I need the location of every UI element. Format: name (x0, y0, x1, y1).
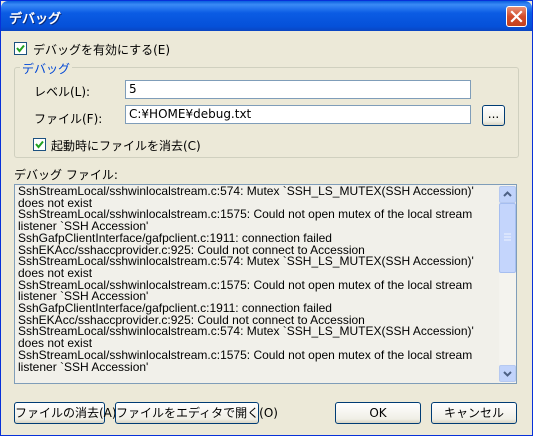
file-path-field[interactable]: C:¥HOME¥debug.txt (125, 105, 471, 124)
scroll-down-button[interactable] (499, 365, 516, 382)
log-line: SshStreamLocal/sshwinlocalstream.c:574: … (18, 254, 474, 280)
title-bar[interactable]: デバッグ (1, 1, 532, 31)
debug-group-title: デバッグ (20, 60, 73, 77)
debug-dialog: デバッグ デバッグを有効にする(E) デバッグ レベル(L): 5 ファイル(F… (0, 0, 533, 436)
level-label: レベル(L): (34, 85, 91, 99)
clear-file-button[interactable]: ファイルの消去(A) (14, 402, 117, 424)
close-button[interactable] (506, 6, 527, 27)
log-line: SshStreamLocal/sshwinlocalstream.c:1575:… (18, 207, 473, 234)
chevron-up-icon (503, 191, 512, 197)
close-icon (510, 10, 523, 23)
checkmark-icon (16, 44, 25, 53)
scroll-thumb[interactable] (499, 203, 516, 273)
log-line: SshStreamLocal/sshwinlocalstream.c:1575:… (18, 277, 473, 304)
log-line: SshStreamLocal/sshwinlocalstream.c:574: … (18, 184, 474, 210)
chevron-down-icon (503, 371, 512, 377)
enable-debug-checkbox[interactable] (14, 42, 27, 55)
browse-button[interactable]: ... (482, 105, 505, 126)
checkmark-icon (35, 140, 44, 149)
debug-file-label: デバッグ ファイル: (14, 168, 118, 182)
level-field[interactable]: 5 (125, 80, 471, 99)
window-title: デバッグ (9, 12, 62, 27)
scroll-up-button[interactable] (499, 186, 516, 203)
ok-button[interactable]: OK (335, 402, 421, 424)
log-line: SshStreamLocal/sshwinlocalstream.c:1575:… (18, 347, 473, 374)
enable-debug-label[interactable]: デバッグを有効にする(E) (33, 41, 170, 58)
clear-on-start-label[interactable]: 起動時にファイルを消去(C) (51, 137, 201, 154)
cancel-button[interactable]: キャンセル (431, 402, 517, 424)
clear-on-start-checkbox[interactable] (33, 138, 46, 151)
vertical-scrollbar[interactable] (499, 185, 516, 383)
open-in-editor-button[interactable]: ファイルをエディタで開く(O) (115, 402, 278, 424)
debug-log-content: SshStreamLocal/sshwinlocalstream.c:574: … (18, 184, 496, 374)
debug-log-textarea[interactable]: SshStreamLocal/sshwinlocalstream.c:574: … (14, 184, 517, 384)
grip-icon (504, 233, 511, 241)
log-line: SshStreamLocal/sshwinlocalstream.c:574: … (18, 324, 474, 351)
file-label: ファイル(F): (34, 112, 103, 126)
